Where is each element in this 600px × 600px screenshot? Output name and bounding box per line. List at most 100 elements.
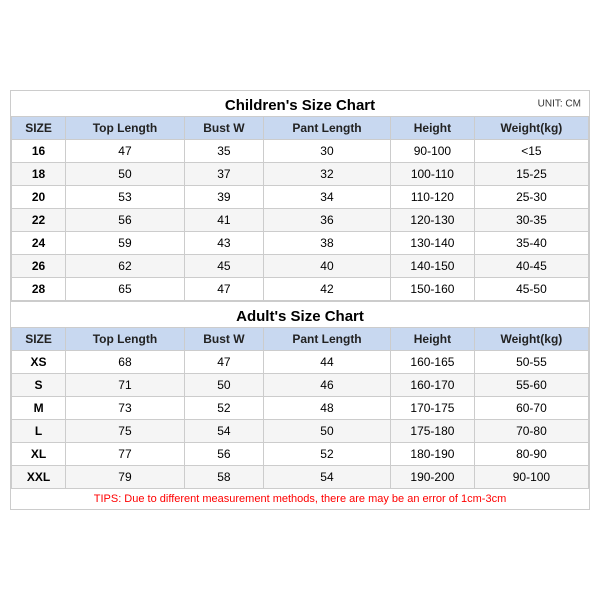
table-cell: M (12, 397, 66, 420)
table-cell: 65 (66, 278, 185, 301)
table-cell: 110-120 (391, 186, 475, 209)
table-cell: 59 (66, 232, 185, 255)
table-cell: 54 (263, 466, 390, 489)
col-top-length: Top Length (66, 117, 185, 140)
table-cell: 52 (184, 397, 263, 420)
table-row: 24594338130-14035-40 (12, 232, 589, 255)
children-header-row: SIZE Top Length Bust W Pant Length Heigh… (12, 117, 589, 140)
table-row: XL775652180-19080-90 (12, 443, 589, 466)
table-cell: 44 (263, 351, 390, 374)
table-cell: 190-200 (391, 466, 475, 489)
table-row: 18503732100-11015-25 (12, 163, 589, 186)
table-cell: 175-180 (391, 420, 475, 443)
table-cell: 20 (12, 186, 66, 209)
table-cell: L (12, 420, 66, 443)
table-cell: 47 (66, 140, 185, 163)
table-cell: 90-100 (474, 466, 588, 489)
adult-col-bust-w: Bust W (184, 328, 263, 351)
table-cell: 42 (263, 278, 390, 301)
table-cell: 50-55 (474, 351, 588, 374)
table-cell: 41 (184, 209, 263, 232)
children-tbody: 1647353090-100<1518503732100-11015-25205… (12, 140, 589, 301)
table-cell: 34 (263, 186, 390, 209)
table-cell: 160-170 (391, 374, 475, 397)
adult-col-pant-length: Pant Length (263, 328, 390, 351)
table-cell: 60-70 (474, 397, 588, 420)
table-cell: 79 (66, 466, 185, 489)
table-cell: 54 (184, 420, 263, 443)
table-cell: 170-175 (391, 397, 475, 420)
tips-table: TIPS: Due to different measurement metho… (11, 489, 589, 509)
table-cell: 58 (184, 466, 263, 489)
table-cell: 50 (263, 420, 390, 443)
adults-tbody: XS684744160-16550-55S715046160-17055-60M… (12, 351, 589, 489)
col-size: SIZE (12, 117, 66, 140)
table-cell: 45 (184, 255, 263, 278)
table-row: 26624540140-15040-45 (12, 255, 589, 278)
table-cell: 32 (263, 163, 390, 186)
table-row: 20533934110-12025-30 (12, 186, 589, 209)
table-cell: 22 (12, 209, 66, 232)
unit-label: UNIT: CM (538, 98, 581, 109)
table-cell: 71 (66, 374, 185, 397)
col-pant-length: Pant Length (263, 117, 390, 140)
table-cell: 43 (184, 232, 263, 255)
table-cell: XXL (12, 466, 66, 489)
children-title: Children's Size Chart UNIT: CM (11, 91, 589, 116)
table-cell: 53 (66, 186, 185, 209)
table-cell: 30 (263, 140, 390, 163)
table-row: 22564136120-13030-35 (12, 209, 589, 232)
table-cell: 25-30 (474, 186, 588, 209)
table-row: M735248170-17560-70 (12, 397, 589, 420)
table-cell: 56 (66, 209, 185, 232)
table-cell: 140-150 (391, 255, 475, 278)
table-cell: XS (12, 351, 66, 374)
table-cell: 180-190 (391, 443, 475, 466)
table-cell: 130-140 (391, 232, 475, 255)
table-row: XXL795854190-20090-100 (12, 466, 589, 489)
table-cell: 15-25 (474, 163, 588, 186)
table-cell: 35-40 (474, 232, 588, 255)
table-cell: 38 (263, 232, 390, 255)
table-cell: 90-100 (391, 140, 475, 163)
adults-header-row: SIZE Top Length Bust W Pant Length Heigh… (12, 328, 589, 351)
adults-table: SIZE Top Length Bust W Pant Length Heigh… (11, 327, 589, 489)
table-cell: 48 (263, 397, 390, 420)
table-row: S715046160-17055-60 (12, 374, 589, 397)
children-table: SIZE Top Length Bust W Pant Length Heigh… (11, 116, 589, 301)
table-cell: 26 (12, 255, 66, 278)
table-cell: 36 (263, 209, 390, 232)
children-title-text: Children's Size Chart (225, 97, 375, 114)
table-cell: 30-35 (474, 209, 588, 232)
table-cell: 50 (66, 163, 185, 186)
table-cell: 62 (66, 255, 185, 278)
table-row: XS684744160-16550-55 (12, 351, 589, 374)
table-cell: <15 (474, 140, 588, 163)
table-cell: 37 (184, 163, 263, 186)
table-cell: S (12, 374, 66, 397)
table-cell: 75 (66, 420, 185, 443)
table-row: 1647353090-100<15 (12, 140, 589, 163)
adult-col-top-length: Top Length (66, 328, 185, 351)
table-row: 28654742150-16045-50 (12, 278, 589, 301)
table-cell: 68 (66, 351, 185, 374)
col-height: Height (391, 117, 475, 140)
table-cell: 150-160 (391, 278, 475, 301)
table-cell: 40-45 (474, 255, 588, 278)
table-cell: 18 (12, 163, 66, 186)
adults-title-text: Adult's Size Chart (236, 308, 364, 325)
size-chart: Children's Size Chart UNIT: CM SIZE Top … (10, 90, 590, 510)
table-cell: 47 (184, 278, 263, 301)
adult-col-size: SIZE (12, 328, 66, 351)
table-cell: 70-80 (474, 420, 588, 443)
table-cell: 52 (263, 443, 390, 466)
table-cell: 55-60 (474, 374, 588, 397)
table-cell: 28 (12, 278, 66, 301)
table-cell: 50 (184, 374, 263, 397)
table-cell: 100-110 (391, 163, 475, 186)
adult-col-weight: Weight(kg) (474, 328, 588, 351)
table-cell: 40 (263, 255, 390, 278)
table-cell: 24 (12, 232, 66, 255)
adult-col-height: Height (391, 328, 475, 351)
col-weight: Weight(kg) (474, 117, 588, 140)
